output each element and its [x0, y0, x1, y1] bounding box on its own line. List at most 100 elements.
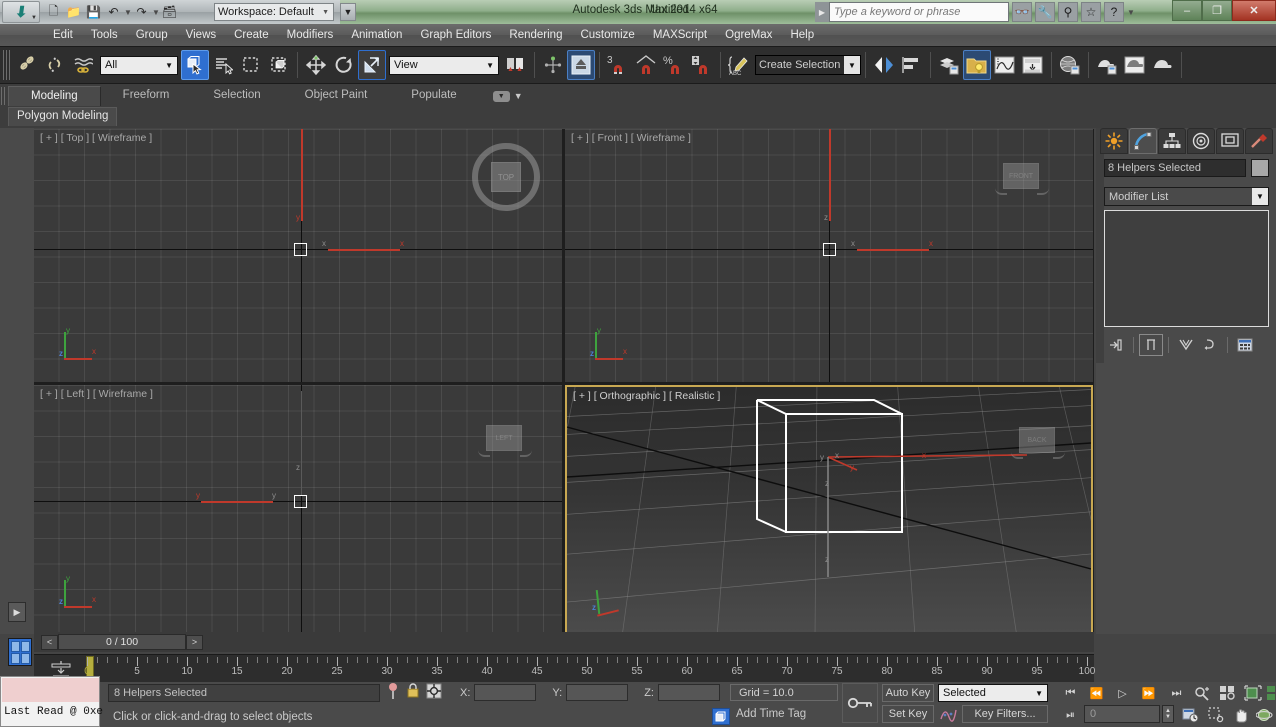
absolute-relative-transform-icon[interactable]	[426, 682, 442, 705]
use-selection-center-icon[interactable]	[539, 50, 567, 80]
new-file-icon[interactable]: 🗋	[44, 3, 63, 22]
menu-item-edit[interactable]: Edit	[44, 27, 82, 43]
time-slider[interactable]: < 0 / 100 >	[34, 632, 1094, 652]
menu-item-maxscript[interactable]: MAXScript	[644, 27, 716, 43]
viewport-left[interactable]: [ + ] [ Left ] [ Wireframe ] y y z z x y…	[34, 385, 562, 634]
helper-object[interactable]	[294, 495, 307, 508]
current-frame-field[interactable]: 0	[1084, 705, 1160, 723]
pan-view-icon[interactable]	[1228, 705, 1253, 725]
remove-modifier-icon[interactable]	[1198, 334, 1222, 356]
view-cube-left[interactable]: LEFT	[478, 423, 532, 457]
selection-filter-combo[interactable]: All ▼	[100, 55, 178, 75]
select-and-rotate-icon[interactable]	[330, 50, 358, 80]
menu-item-group[interactable]: Group	[127, 27, 177, 43]
edit-named-selection-sets-icon[interactable]: ABC	[725, 50, 753, 80]
compass-icon[interactable]: ⚲	[1058, 2, 1078, 22]
orbit-icon[interactable]	[1252, 705, 1276, 725]
go-to-end-icon[interactable]: ⏭	[1164, 683, 1189, 703]
search-input[interactable]: Type a keyword or phrase	[829, 2, 1009, 22]
key-mode-toggle-icon[interactable]: ⏯	[1058, 705, 1083, 725]
motion-tab[interactable]	[1187, 128, 1215, 154]
minimize-button[interactable]: –	[1172, 0, 1202, 21]
key-filters-button[interactable]: Key Filters...	[962, 705, 1048, 723]
chevron-down-icon[interactable]: ▼	[844, 56, 860, 74]
curve-editor-icon[interactable]	[991, 50, 1019, 80]
key-mode-combo[interactable]: Selected ▼	[938, 684, 1048, 702]
play-animation-icon[interactable]: ▷	[1110, 683, 1135, 703]
utilities-tab[interactable]	[1245, 128, 1273, 154]
menu-item-views[interactable]: Views	[177, 27, 225, 43]
view-cube-front[interactable]: FRONT	[995, 161, 1049, 195]
tab-object-paint[interactable]: Object Paint	[283, 86, 390, 106]
toolbar-grip[interactable]	[3, 50, 10, 80]
go-to-start-icon[interactable]: ⏮	[1058, 683, 1083, 703]
coord-field-x[interactable]	[474, 684, 537, 701]
chevron-down-icon[interactable]: ▼	[514, 91, 523, 101]
view-cube-face-label[interactable]: TOP	[491, 162, 521, 192]
select-object-icon[interactable]	[181, 50, 209, 80]
undo-dropdown-icon[interactable]: ▼	[124, 8, 132, 17]
window-crossing-icon[interactable]	[265, 50, 293, 80]
close-button[interactable]: ✕	[1232, 0, 1276, 21]
redo-icon[interactable]: ↷	[132, 3, 151, 22]
select-and-move-icon[interactable]	[302, 50, 330, 80]
menu-item-animation[interactable]: Animation	[342, 27, 411, 43]
track-bar[interactable]: 5 10 15 20 25 30 35 40 45 50 55 60 65 70 75 80 85 90 95 100…	[34, 654, 1095, 682]
spinner-snap-toggle-icon[interactable]	[688, 50, 716, 80]
viewport-front[interactable]: [ + ] [ Front ] [ Wireframe ] x x z z x …	[565, 129, 1093, 382]
helper-object[interactable]	[294, 243, 307, 256]
add-time-tag-button[interactable]: Add Time Tag	[736, 708, 806, 720]
undo-icon[interactable]: ↶	[104, 3, 123, 22]
ribbon-grip[interactable]	[1, 87, 6, 105]
prompt-pin-icon[interactable]	[386, 682, 400, 705]
help-dropdown-icon[interactable]: ▼	[1127, 8, 1135, 17]
percent-snap-toggle-icon[interactable]: %	[660, 50, 688, 80]
set-project-folder-icon[interactable]: 🗃	[160, 3, 179, 22]
tab-modeling[interactable]: Modeling	[8, 86, 101, 106]
configure-modifier-sets-icon[interactable]	[1233, 334, 1257, 356]
frame-spinner[interactable]: ▲ ▼	[1162, 705, 1174, 723]
rendered-frame-window-icon[interactable]	[1121, 50, 1149, 80]
search-expand-arrow-icon[interactable]: ▶	[815, 2, 829, 22]
viewport-perspective[interactable]: [ + ] [ Orthographic ] [ Realistic ] x x…	[565, 385, 1093, 634]
layer-manager-icon[interactable]	[935, 50, 963, 80]
coord-field-z[interactable]	[657, 684, 720, 701]
align-icon[interactable]	[567, 50, 595, 80]
menu-item-ogremax[interactable]: OgreMax	[716, 27, 781, 43]
modifier-stack[interactable]	[1104, 210, 1269, 327]
set-key-button[interactable]: Set Key	[882, 705, 934, 723]
select-and-scale-icon[interactable]	[358, 50, 386, 80]
view-cube-face-label[interactable]: BACK	[1019, 427, 1055, 453]
mirror-icon[interactable]	[870, 50, 898, 80]
save-file-icon[interactable]: 💾	[84, 3, 103, 22]
workspace-selector[interactable]: Workspace: Default ▼	[214, 3, 334, 21]
tab-selection[interactable]: Selection	[191, 86, 282, 106]
render-production-icon[interactable]	[1149, 50, 1177, 80]
view-cube-face-label[interactable]: FRONT	[1003, 163, 1039, 189]
view-cube-back[interactable]: BACK	[1011, 425, 1065, 459]
select-by-name-icon[interactable]	[209, 50, 237, 80]
menu-item-create[interactable]: Create	[225, 27, 278, 43]
zoom-all-icon[interactable]	[1215, 683, 1240, 703]
frame-readout[interactable]: 0 / 100	[58, 634, 186, 650]
modifier-list-combo[interactable]: Modifier List ▼	[1104, 187, 1269, 206]
previous-frame-button[interactable]: <	[41, 634, 58, 650]
display-tab[interactable]	[1216, 128, 1244, 154]
coord-field-y[interactable]	[566, 684, 629, 701]
toggle-scene-explorer-icon[interactable]	[963, 50, 991, 80]
select-and-link-icon[interactable]	[13, 50, 41, 80]
restore-button[interactable]: ❐	[1202, 0, 1232, 21]
tab-freeform[interactable]: Freeform	[101, 86, 192, 106]
reference-coordinate-system-combo[interactable]: View ▼	[389, 55, 499, 75]
render-setup-icon[interactable]	[1093, 50, 1121, 80]
use-pivot-point-center-icon[interactable]	[502, 50, 530, 80]
object-color-swatch[interactable]	[1251, 159, 1269, 177]
help-icon[interactable]: ?	[1104, 2, 1124, 22]
zoom-icon[interactable]	[1190, 683, 1215, 703]
menu-item-help[interactable]: Help	[781, 27, 823, 43]
zoom-extents-all-icon[interactable]	[1265, 683, 1276, 703]
time-configuration-icon[interactable]	[1178, 705, 1203, 725]
viewport-layout-quad-icon[interactable]	[8, 638, 32, 666]
modify-tab[interactable]	[1129, 128, 1157, 154]
show-end-result-icon[interactable]	[1139, 334, 1163, 356]
